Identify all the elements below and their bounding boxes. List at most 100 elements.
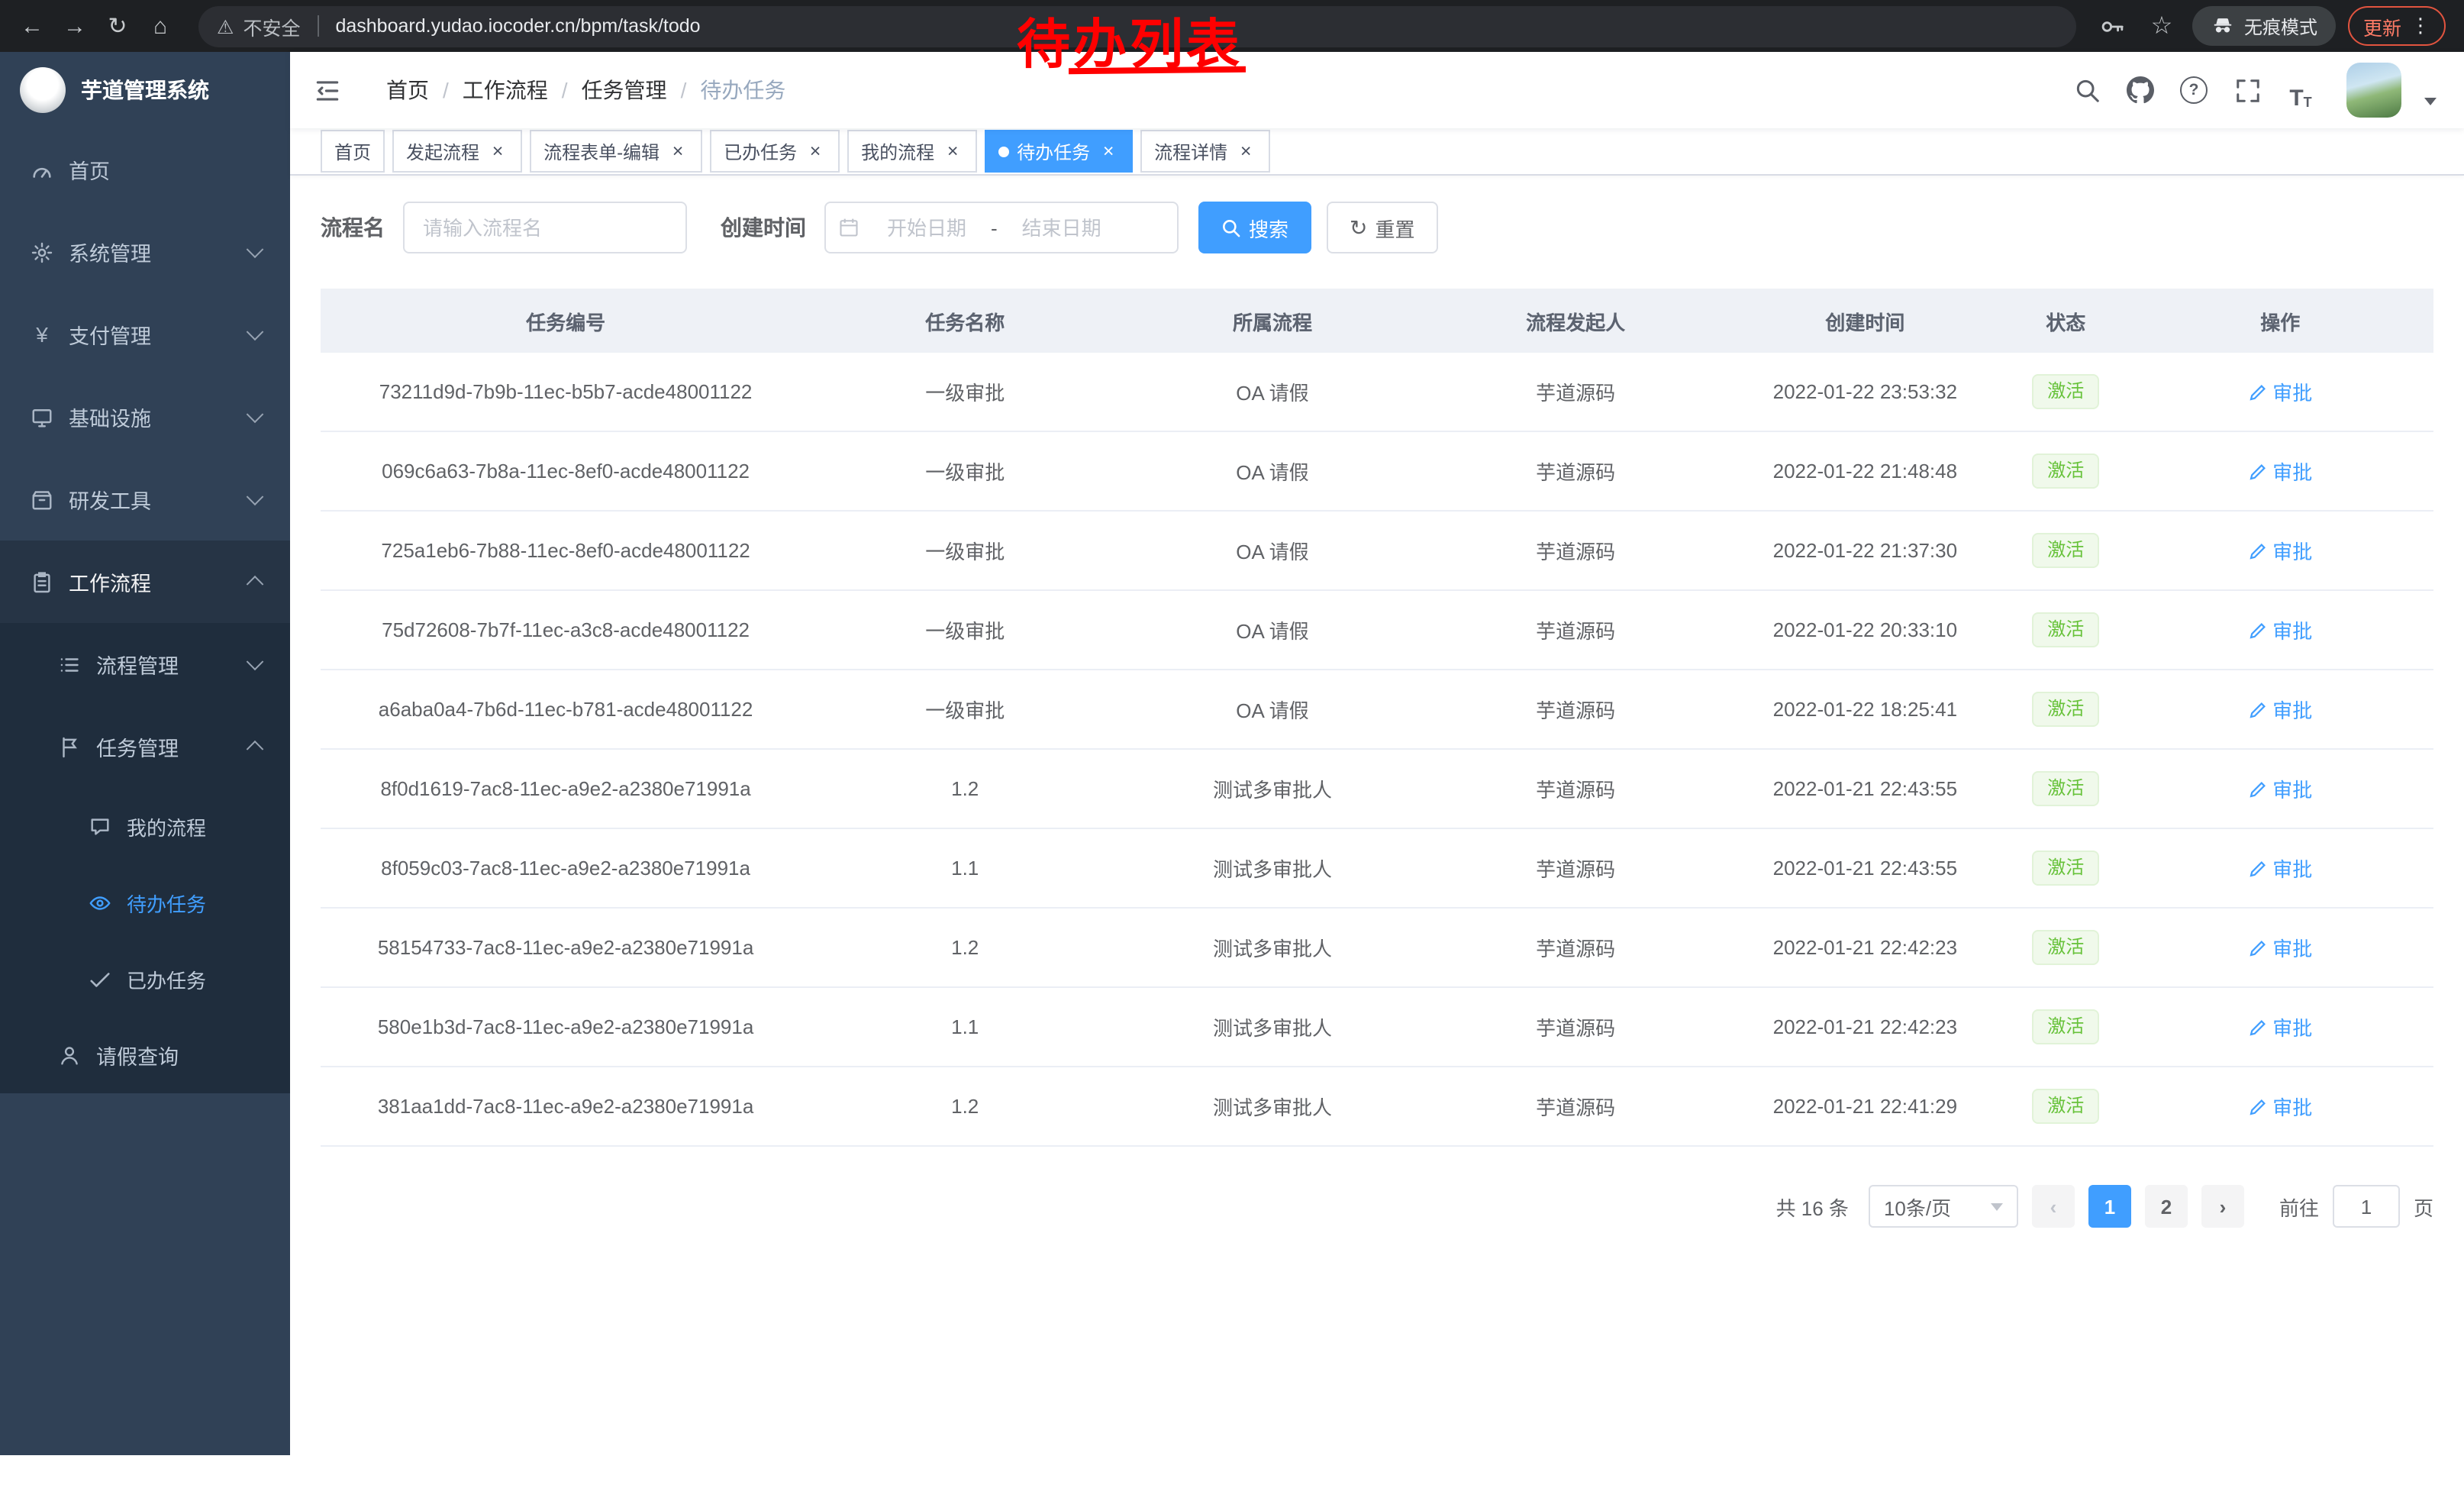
browser-update-button[interactable]: 更新 ⋮	[2348, 6, 2446, 46]
page-size-select[interactable]: 10条/页	[1869, 1185, 2018, 1228]
cell-task-name: 1.2	[811, 908, 1119, 987]
navbar-right: ? TT	[2067, 63, 2464, 118]
next-page-button[interactable]: ›	[2201, 1185, 2244, 1228]
sidebar-item-devtools[interactable]: 研发工具	[0, 458, 290, 541]
close-icon[interactable]: ×	[1098, 140, 1119, 162]
sidebar-item-process-management[interactable]: 流程管理	[0, 623, 290, 705]
security-label[interactable]: 不安全	[243, 11, 300, 40]
table-row: 8f0d1619-7ac8-11ec-a9e2-a2380e71991a 1.2…	[321, 749, 2433, 828]
close-icon[interactable]: ×	[487, 140, 508, 162]
start-date-input[interactable]	[866, 215, 988, 240]
browser-reload-button[interactable]: ↻	[98, 6, 137, 46]
key-icon[interactable]	[2095, 8, 2131, 44]
cell-starter: 芋道源码	[1426, 749, 1726, 828]
approve-link[interactable]: 审批	[2248, 933, 2312, 962]
sidebar-fold-icon[interactable]	[290, 76, 365, 105]
approve-link[interactable]: 审批	[2248, 457, 2312, 486]
tab-label: 发起流程	[406, 138, 479, 164]
sidebar-item-done-task[interactable]: 已办任务	[0, 941, 290, 1017]
app-title: 芋道管理系统	[81, 75, 209, 105]
process-name-input[interactable]	[403, 202, 687, 253]
end-date-input[interactable]	[1001, 215, 1123, 240]
user-avatar[interactable]	[2346, 63, 2401, 118]
edit-icon	[2248, 621, 2266, 639]
browser-menu-icon[interactable]: ⋮	[2411, 14, 2430, 38]
breadcrumb-workflow[interactable]: 工作流程	[463, 75, 548, 105]
sidebar-item-task-management[interactable]: 任务管理	[0, 705, 290, 788]
main-area: 首页 / 工作流程 / 任务管理 / 待办任务	[290, 52, 2464, 1455]
tab-start-process[interactable]: 发起流程 ×	[392, 130, 522, 173]
sidebar-item-leave-query[interactable]: 请假查询	[0, 1017, 290, 1093]
tab-process-detail[interactable]: 流程详情 ×	[1140, 130, 1270, 173]
approve-link[interactable]: 审批	[2248, 774, 2312, 803]
goto-page-input[interactable]	[2333, 1185, 2400, 1228]
page-button-1[interactable]: 1	[2088, 1185, 2131, 1228]
font-size-icon[interactable]: TT	[2281, 70, 2320, 110]
approve-link[interactable]: 审批	[2248, 695, 2312, 724]
sidebar-item-infra[interactable]: 基础设施	[0, 376, 290, 458]
col-task-name: 任务名称	[811, 289, 1119, 353]
approve-link[interactable]: 审批	[2248, 536, 2312, 565]
sidebar-item-payment[interactable]: ¥ 支付管理	[0, 293, 290, 376]
sidebar-logo[interactable]: 芋道管理系统	[0, 52, 290, 128]
page-button-2[interactable]: 2	[2145, 1185, 2188, 1228]
sidebar-item-my-process[interactable]: 我的流程	[0, 788, 290, 864]
tab-done-task[interactable]: 已办任务 ×	[710, 130, 840, 173]
close-icon[interactable]: ×	[942, 140, 963, 162]
sidebar-item-system[interactable]: 系统管理	[0, 211, 290, 293]
cell-starter: 芋道源码	[1426, 353, 1726, 431]
cell-task-id: 580e1b3d-7ac8-11ec-a9e2-a2380e71991a	[321, 987, 811, 1067]
tab-my-process[interactable]: 我的流程 ×	[847, 130, 977, 173]
cell-process: 测试多审批人	[1119, 908, 1425, 987]
tab-label: 我的流程	[861, 138, 934, 164]
approve-link[interactable]: 审批	[2248, 1092, 2312, 1121]
cell-task-name: 一级审批	[811, 670, 1119, 749]
sidebar-item-todo-task[interactable]: 待办任务	[0, 864, 290, 941]
cell-process: OA 请假	[1119, 431, 1425, 511]
cell-task-id: 73211d9d-7b9b-11ec-b5b7-acde48001122	[321, 353, 811, 431]
approve-link[interactable]: 审批	[2248, 615, 2312, 644]
tab-todo-task[interactable]: 待办任务 ×	[985, 130, 1133, 173]
browser-back-button[interactable]: ←	[12, 6, 52, 46]
sidebar-item-home[interactable]: 首页	[0, 128, 290, 211]
search-icon[interactable]	[2067, 70, 2107, 110]
browser-home-button[interactable]: ⌂	[140, 6, 180, 46]
chevron-up-icon	[247, 576, 264, 593]
fullscreen-icon[interactable]	[2227, 70, 2267, 110]
breadcrumb-separator: /	[681, 78, 687, 102]
tab-process-form-edit[interactable]: 流程表单-编辑 ×	[530, 130, 702, 173]
sidebar-item-workflow[interactable]: 工作流程	[0, 541, 290, 623]
sidebar-item-label: 流程管理	[96, 649, 179, 679]
chevron-down-icon	[247, 488, 264, 505]
breadcrumb-home[interactable]: 首页	[386, 75, 429, 105]
status-badge: 激活	[2032, 1009, 2099, 1044]
prev-page-button[interactable]: ‹	[2032, 1185, 2075, 1228]
tags-view: 首页 发起流程 × 流程表单-编辑 × 已办任务 × 我的流程 ×	[290, 128, 2464, 176]
cell-created: 2022-01-21 22:41:29	[1726, 1067, 2004, 1146]
cell-process: OA 请假	[1119, 511, 1425, 590]
chat-icon	[87, 815, 113, 838]
cell-status: 激活	[2004, 590, 2127, 670]
browser-forward-button[interactable]: →	[55, 6, 95, 46]
browser-toolbar-right: ☆ 无痕模式 更新 ⋮	[2095, 6, 2452, 46]
table-row: 73211d9d-7b9b-11ec-b5b7-acde48001122 一级审…	[321, 353, 2433, 431]
edit-icon	[2248, 541, 2266, 560]
approve-link[interactable]: 审批	[2248, 377, 2312, 406]
approve-link[interactable]: 审批	[2248, 1012, 2312, 1041]
date-range-picker[interactable]: -	[824, 202, 1179, 253]
approve-link[interactable]: 审批	[2248, 854, 2312, 883]
search-button[interactable]: 搜索	[1198, 202, 1311, 253]
flag-icon	[56, 735, 82, 758]
tab-home[interactable]: 首页	[321, 130, 385, 173]
tab-label: 流程详情	[1154, 138, 1227, 164]
breadcrumb-task-management[interactable]: 任务管理	[582, 75, 667, 105]
close-icon[interactable]: ×	[1235, 140, 1256, 162]
reset-button[interactable]: ↻ 重置	[1327, 202, 1438, 253]
close-icon[interactable]: ×	[667, 140, 689, 162]
close-icon[interactable]: ×	[805, 140, 826, 162]
help-icon[interactable]: ?	[2174, 70, 2214, 110]
bookmark-star-icon[interactable]: ☆	[2143, 8, 2180, 44]
github-icon[interactable]	[2121, 70, 2160, 110]
address-bar[interactable]: ⚠ 不安全 dashboard.yudao.iocoder.cn/bpm/tas…	[198, 5, 2076, 47]
avatar-dropdown-caret[interactable]	[2424, 97, 2437, 105]
